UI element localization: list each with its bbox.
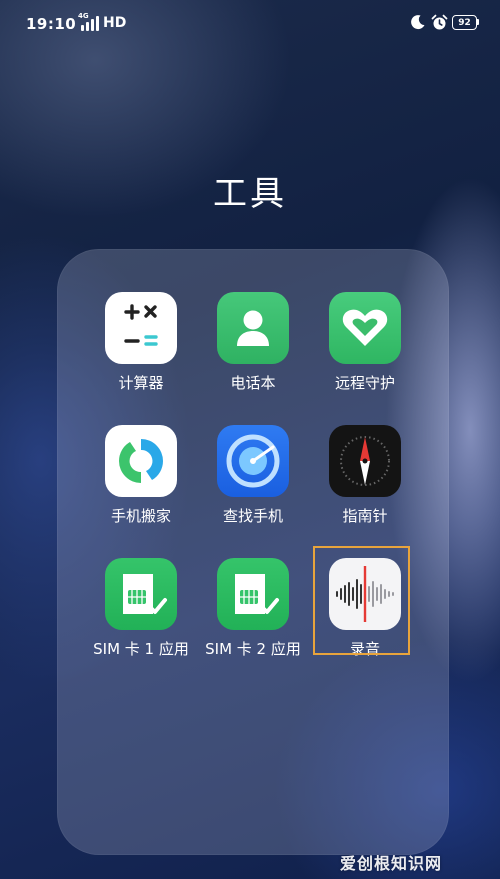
moon-icon — [411, 15, 425, 30]
sim-card-icon — [105, 558, 177, 630]
signal-icon: 4G — [78, 12, 102, 31]
status-time: 19:10 — [26, 15, 77, 33]
app-label: 指南针 — [342, 507, 388, 525]
selection-highlight — [313, 546, 410, 655]
folder-title: 工具 — [213, 174, 287, 214]
battery-tip — [477, 19, 479, 25]
contacts-icon — [217, 292, 289, 364]
transfer-icon — [105, 425, 177, 497]
sim-card-icon — [217, 558, 289, 630]
alarm-icon — [431, 14, 448, 30]
status-bar: 19:10 4G HD 92 — [0, 0, 500, 46]
heart-icon — [329, 292, 401, 364]
watermark: 爱创根知识网 — [340, 854, 443, 873]
calculator-icon — [105, 292, 177, 364]
hd-indicator: HD — [103, 15, 127, 31]
compass-icon — [329, 425, 401, 497]
battery-level: 92 — [458, 17, 471, 28]
radar-icon — [217, 425, 289, 497]
app-label: 远程守护 — [334, 374, 395, 392]
network-type: 4G — [78, 12, 89, 20]
battery-icon: 92 — [452, 15, 477, 30]
